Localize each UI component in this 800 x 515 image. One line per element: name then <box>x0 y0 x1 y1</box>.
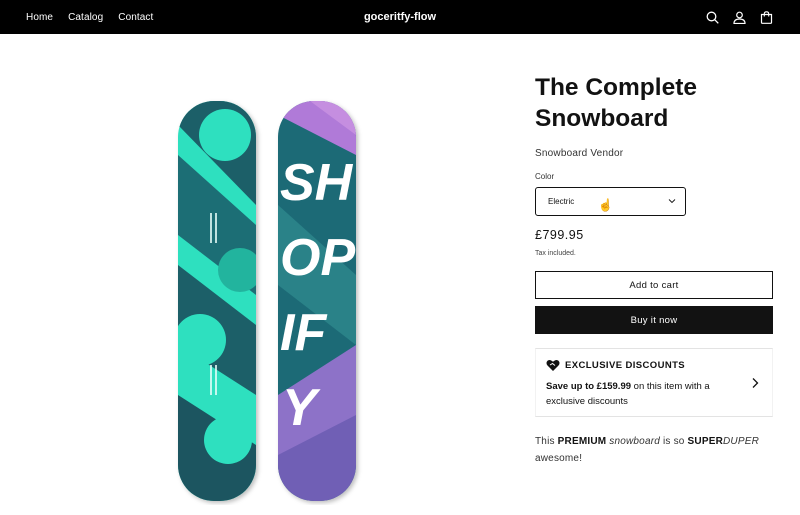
svg-text:IF: IF <box>280 304 327 362</box>
product-description: This PREMIUM snowboard is so SUPERDUPER … <box>535 433 775 467</box>
main-nav: Home Catalog Contact <box>26 0 153 34</box>
product-image[interactable]: SH OP IF Y <box>170 95 370 505</box>
store-logo[interactable]: goceritfy-flow <box>364 11 436 23</box>
svg-text:SH: SH <box>280 154 354 212</box>
discount-heart-icon <box>546 360 560 371</box>
pointer-cursor-icon: ☝ <box>598 198 613 212</box>
account-icon[interactable] <box>732 10 747 25</box>
header-icons <box>705 0 774 34</box>
color-select-value: Electric <box>548 197 575 206</box>
product-title-line-1: The Complete <box>535 74 697 101</box>
product-price: £799.95 <box>535 228 584 242</box>
product-title-line-2: Snowboard <box>535 105 669 132</box>
desc-premium: PREMIUM <box>557 436 607 447</box>
discount-title: EXCLUSIVE DISCOUNTS <box>565 360 686 371</box>
top-navigation-bar: Home Catalog Contact goceritfy-flow <box>0 0 800 34</box>
tax-note: Tax included. <box>535 250 576 257</box>
product-vendor: Snowboard Vendor <box>535 148 624 159</box>
nav-catalog-link[interactable]: Catalog <box>68 12 103 23</box>
discount-save-amount: Save up to £159.99 <box>546 381 632 392</box>
snowboard-left <box>178 101 256 501</box>
nav-home-link[interactable]: Home <box>26 12 53 23</box>
discount-text: Save up to £159.99 on this item with a e… <box>546 379 746 409</box>
discount-header: EXCLUSIVE DISCOUNTS <box>546 359 685 372</box>
svg-text:Y: Y <box>282 379 321 437</box>
desc-text-4: awesome! <box>535 453 583 464</box>
color-label: Color <box>535 172 555 181</box>
cart-icon[interactable] <box>759 10 774 25</box>
desc-text-3: is so <box>660 436 688 447</box>
buy-it-now-button[interactable]: Buy it now <box>535 306 773 334</box>
chevron-right-icon <box>752 378 759 388</box>
search-icon[interactable] <box>705 10 720 25</box>
snowboard-right: SH OP IF Y <box>278 101 356 501</box>
desc-snowboard: snowboard <box>609 436 661 447</box>
product-info: The Complete Snowboard Snowboard Vendor … <box>535 72 775 467</box>
desc-duper: DUPER <box>723 436 760 447</box>
nav-contact-link[interactable]: Contact <box>118 12 153 23</box>
chevron-down-icon <box>668 199 676 204</box>
desc-text-1: This <box>535 436 558 447</box>
add-to-cart-button[interactable]: Add to cart <box>535 271 773 299</box>
exclusive-discounts-banner[interactable]: EXCLUSIVE DISCOUNTS Save up to £159.99 o… <box>535 348 773 417</box>
svg-text:OP: OP <box>280 229 355 287</box>
color-select[interactable]: Electric ☝ <box>535 187 686 216</box>
desc-super: SUPER <box>687 436 723 447</box>
product-title: The Complete Snowboard <box>535 72 775 134</box>
